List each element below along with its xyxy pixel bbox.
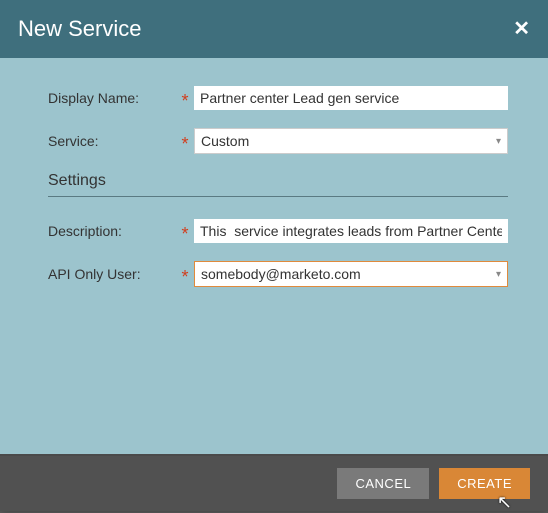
chevron-down-icon: ▾ [496, 269, 501, 280]
settings-section: Settings Description: * API Only User: *… [48, 172, 508, 287]
close-icon[interactable]: ✕ [513, 19, 530, 39]
service-label: Service: [48, 133, 176, 149]
service-row: Service: * Custom ▾ [48, 128, 508, 154]
api-only-user-select[interactable]: somebody@marketo.com ▾ [194, 261, 508, 287]
required-mark-icon: * [176, 135, 194, 153]
dialog-title: New Service [18, 16, 141, 42]
display-name-row: Display Name: * [48, 86, 508, 110]
api-only-user-row: API Only User: * somebody@marketo.com ▾ [48, 261, 508, 287]
dialog-footer: CANCEL CREATE ↖ [0, 454, 548, 511]
chevron-down-icon: ▾ [496, 136, 501, 147]
create-button[interactable]: CREATE [439, 468, 530, 499]
service-select-value: Custom [201, 133, 249, 149]
display-name-label: Display Name: [48, 90, 176, 106]
new-service-dialog: New Service ✕ Display Name: * Service: *… [0, 0, 548, 511]
api-only-user-value: somebody@marketo.com [201, 266, 361, 282]
description-input[interactable] [194, 219, 508, 243]
dialog-header: New Service ✕ [0, 0, 548, 58]
required-mark-icon: * [176, 225, 194, 243]
service-select[interactable]: Custom ▾ [194, 128, 508, 154]
settings-heading: Settings [48, 172, 508, 197]
required-mark-icon: * [176, 268, 194, 286]
cancel-button[interactable]: CANCEL [337, 468, 429, 499]
required-mark-icon: * [176, 92, 194, 110]
api-only-user-label: API Only User: [48, 266, 176, 282]
dialog-body: Display Name: * Service: * Custom ▾ Sett… [0, 58, 548, 454]
description-label: Description: [48, 223, 176, 239]
display-name-input[interactable] [194, 86, 508, 110]
description-row: Description: * [48, 219, 508, 243]
